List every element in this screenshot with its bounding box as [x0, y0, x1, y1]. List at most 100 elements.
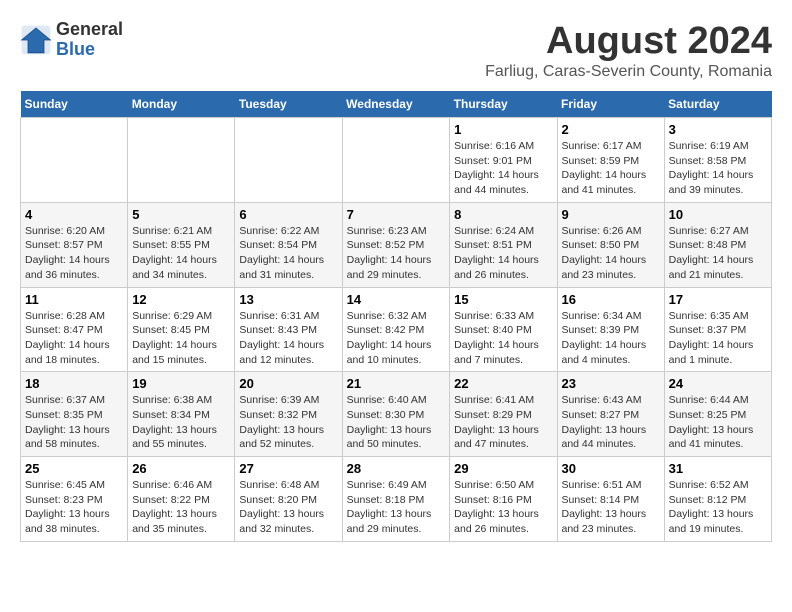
day-info: Sunrise: 6:37 AM Sunset: 8:35 PM Dayligh…	[25, 393, 123, 452]
day-number: 29	[454, 461, 552, 476]
calendar-cell: 23 Sunrise: 6:43 AM Sunset: 8:27 PM Dayli…	[557, 372, 664, 457]
calendar-cell: 13 Sunrise: 6:31 AM Sunset: 8:43 PM Dayli…	[235, 287, 342, 372]
calendar-week-row: 1 Sunrise: 6:16 AM Sunset: 9:01 PM Daylig…	[21, 118, 772, 203]
calendar-cell: 25 Sunrise: 6:45 AM Sunset: 8:23 PM Dayli…	[21, 457, 128, 542]
calendar-header-row: SundayMondayTuesdayWednesdayThursdayFrid…	[21, 91, 772, 118]
day-number: 2	[562, 122, 660, 137]
day-info: Sunrise: 6:50 AM Sunset: 8:16 PM Dayligh…	[454, 478, 552, 537]
day-header-sunday: Sunday	[21, 91, 128, 118]
day-info: Sunrise: 6:27 AM Sunset: 8:48 PM Dayligh…	[669, 224, 767, 283]
logo-general-label: General	[56, 20, 123, 40]
calendar-cell: 14 Sunrise: 6:32 AM Sunset: 8:42 PM Dayli…	[342, 287, 450, 372]
calendar-cell: 27 Sunrise: 6:48 AM Sunset: 8:20 PM Dayli…	[235, 457, 342, 542]
day-number: 15	[454, 292, 552, 307]
calendar-cell: 12 Sunrise: 6:29 AM Sunset: 8:45 PM Dayli…	[128, 287, 235, 372]
day-info: Sunrise: 6:24 AM Sunset: 8:51 PM Dayligh…	[454, 224, 552, 283]
day-info: Sunrise: 6:31 AM Sunset: 8:43 PM Dayligh…	[239, 309, 337, 368]
day-header-wednesday: Wednesday	[342, 91, 450, 118]
day-info: Sunrise: 6:21 AM Sunset: 8:55 PM Dayligh…	[132, 224, 230, 283]
calendar-cell	[235, 118, 342, 203]
day-info: Sunrise: 6:32 AM Sunset: 8:42 PM Dayligh…	[347, 309, 446, 368]
calendar-cell: 18 Sunrise: 6:37 AM Sunset: 8:35 PM Dayli…	[21, 372, 128, 457]
calendar-cell: 20Sunrise: 6:39 AM Sunset: 8:32 PM Dayli…	[235, 372, 342, 457]
day-info: Sunrise: 6:52 AM Sunset: 8:12 PM Dayligh…	[669, 478, 767, 537]
day-info: Sunrise: 6:20 AM Sunset: 8:57 PM Dayligh…	[25, 224, 123, 283]
logo-blue-label: Blue	[56, 40, 123, 60]
calendar-table: SundayMondayTuesdayWednesdayThursdayFrid…	[20, 91, 772, 542]
day-info: Sunrise: 6:45 AM Sunset: 8:23 PM Dayligh…	[25, 478, 123, 537]
calendar-cell	[342, 118, 450, 203]
main-title: August 2024	[485, 20, 772, 63]
calendar-week-row: 11 Sunrise: 6:28 AM Sunset: 8:47 PM Dayli…	[21, 287, 772, 372]
day-number: 12	[132, 292, 230, 307]
calendar-cell: 31 Sunrise: 6:52 AM Sunset: 8:12 PM Dayli…	[664, 457, 771, 542]
page-header: General Blue August 2024 Farliug, Caras-…	[20, 20, 772, 81]
day-number: 28	[347, 461, 446, 476]
calendar-cell: 10 Sunrise: 6:27 AM Sunset: 8:48 PM Dayli…	[664, 202, 771, 287]
calendar-cell: 15 Sunrise: 6:33 AM Sunset: 8:40 PM Dayli…	[450, 287, 557, 372]
day-info: Sunrise: 6:38 AM Sunset: 8:34 PM Dayligh…	[132, 393, 230, 452]
day-number: 11	[25, 292, 123, 307]
calendar-cell: 19 Sunrise: 6:38 AM Sunset: 8:34 PM Dayli…	[128, 372, 235, 457]
day-number: 19	[132, 376, 230, 391]
day-info: Sunrise: 6:40 AM Sunset: 8:30 PM Dayligh…	[347, 393, 446, 452]
day-number: 25	[25, 461, 123, 476]
calendar-cell	[128, 118, 235, 203]
day-info: Sunrise: 6:16 AM Sunset: 9:01 PM Dayligh…	[454, 139, 552, 198]
day-number: 31	[669, 461, 767, 476]
day-info: Sunrise: 6:51 AM Sunset: 8:14 PM Dayligh…	[562, 478, 660, 537]
day-info: Sunrise: 6:49 AM Sunset: 8:18 PM Dayligh…	[347, 478, 446, 537]
day-number: 1	[454, 122, 552, 137]
calendar-week-row: 25 Sunrise: 6:45 AM Sunset: 8:23 PM Dayli…	[21, 457, 772, 542]
calendar-cell: 24Sunrise: 6:44 AM Sunset: 8:25 PM Dayli…	[664, 372, 771, 457]
logo-text: General Blue	[56, 20, 123, 60]
day-header-friday: Friday	[557, 91, 664, 118]
day-number: 18	[25, 376, 123, 391]
logo: General Blue	[20, 20, 123, 60]
day-number: 7	[347, 207, 446, 222]
day-number: 14	[347, 292, 446, 307]
calendar-cell: 11 Sunrise: 6:28 AM Sunset: 8:47 PM Dayli…	[21, 287, 128, 372]
day-number: 22	[454, 376, 552, 391]
subtitle: Farliug, Caras-Severin County, Romania	[485, 63, 772, 81]
day-number: 13	[239, 292, 337, 307]
day-info: Sunrise: 6:22 AM Sunset: 8:54 PM Dayligh…	[239, 224, 337, 283]
logo-icon	[20, 24, 52, 56]
calendar-cell: 22 Sunrise: 6:41 AM Sunset: 8:29 PM Dayli…	[450, 372, 557, 457]
day-number: 17	[669, 292, 767, 307]
calendar-cell: 29 Sunrise: 6:50 AM Sunset: 8:16 PM Dayli…	[450, 457, 557, 542]
day-info: Sunrise: 6:34 AM Sunset: 8:39 PM Dayligh…	[562, 309, 660, 368]
day-number: 10	[669, 207, 767, 222]
calendar-cell: 2Sunrise: 6:17 AM Sunset: 8:59 PM Daylig…	[557, 118, 664, 203]
day-number: 30	[562, 461, 660, 476]
day-info: Sunrise: 6:23 AM Sunset: 8:52 PM Dayligh…	[347, 224, 446, 283]
day-info: Sunrise: 6:41 AM Sunset: 8:29 PM Dayligh…	[454, 393, 552, 452]
day-info: Sunrise: 6:33 AM Sunset: 8:40 PM Dayligh…	[454, 309, 552, 368]
calendar-cell: 8Sunrise: 6:24 AM Sunset: 8:51 PM Daylig…	[450, 202, 557, 287]
calendar-cell: 3Sunrise: 6:19 AM Sunset: 8:58 PM Daylig…	[664, 118, 771, 203]
calendar-cell: 7 Sunrise: 6:23 AM Sunset: 8:52 PM Daylig…	[342, 202, 450, 287]
day-number: 23	[562, 376, 660, 391]
calendar-cell: 26Sunrise: 6:46 AM Sunset: 8:22 PM Dayli…	[128, 457, 235, 542]
calendar-cell: 30 Sunrise: 6:51 AM Sunset: 8:14 PM Dayli…	[557, 457, 664, 542]
day-info: Sunrise: 6:35 AM Sunset: 8:37 PM Dayligh…	[669, 309, 767, 368]
day-number: 4	[25, 207, 123, 222]
day-info: Sunrise: 6:19 AM Sunset: 8:58 PM Dayligh…	[669, 139, 767, 198]
calendar-cell: 16Sunrise: 6:34 AM Sunset: 8:39 PM Dayli…	[557, 287, 664, 372]
day-number: 21	[347, 376, 446, 391]
day-info: Sunrise: 6:43 AM Sunset: 8:27 PM Dayligh…	[562, 393, 660, 452]
calendar-cell	[21, 118, 128, 203]
calendar-cell: 28 Sunrise: 6:49 AM Sunset: 8:18 PM Dayli…	[342, 457, 450, 542]
day-header-monday: Monday	[128, 91, 235, 118]
calendar-week-row: 18 Sunrise: 6:37 AM Sunset: 8:35 PM Dayli…	[21, 372, 772, 457]
day-number: 6	[239, 207, 337, 222]
day-info: Sunrise: 6:48 AM Sunset: 8:20 PM Dayligh…	[239, 478, 337, 537]
day-info: Sunrise: 6:29 AM Sunset: 8:45 PM Dayligh…	[132, 309, 230, 368]
calendar-cell: 4 Sunrise: 6:20 AM Sunset: 8:57 PM Daylig…	[21, 202, 128, 287]
day-info: Sunrise: 6:46 AM Sunset: 8:22 PM Dayligh…	[132, 478, 230, 537]
day-number: 27	[239, 461, 337, 476]
day-info: Sunrise: 6:28 AM Sunset: 8:47 PM Dayligh…	[25, 309, 123, 368]
day-number: 9	[562, 207, 660, 222]
day-info: Sunrise: 6:26 AM Sunset: 8:50 PM Dayligh…	[562, 224, 660, 283]
day-info: Sunrise: 6:44 AM Sunset: 8:25 PM Dayligh…	[669, 393, 767, 452]
